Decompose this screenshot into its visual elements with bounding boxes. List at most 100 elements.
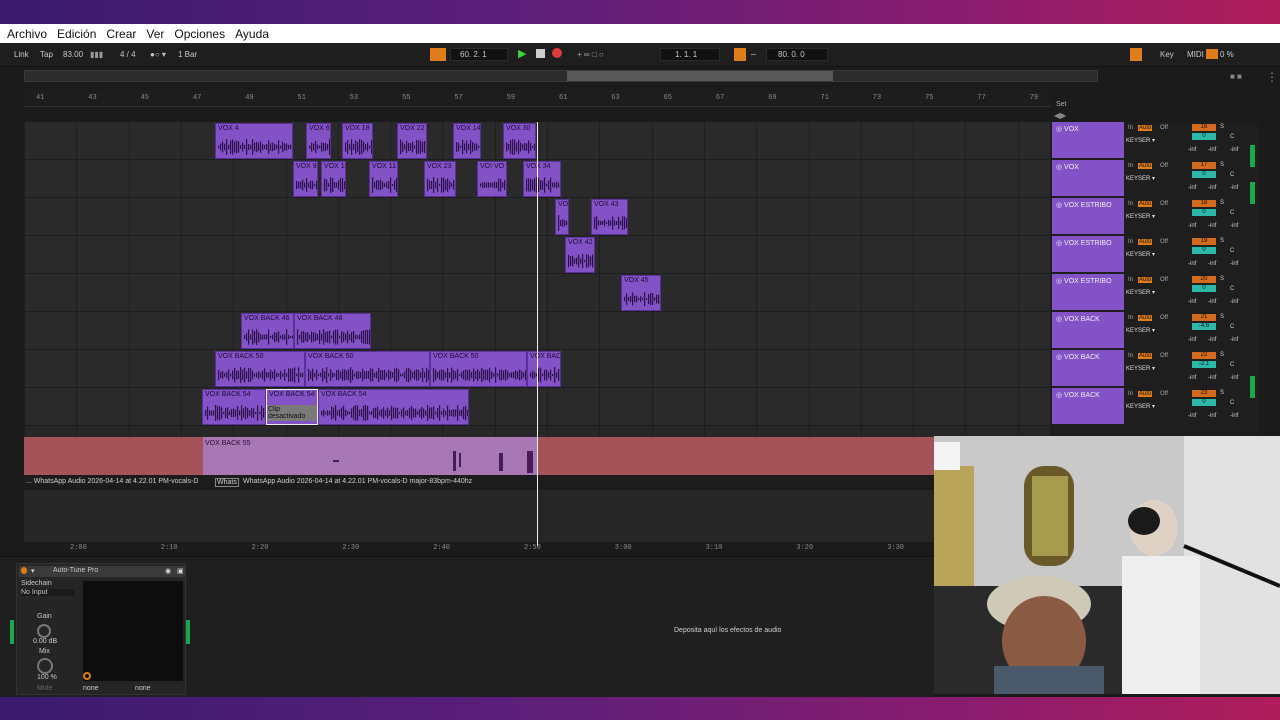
audio-clip[interactable]: VOX 4 bbox=[215, 123, 293, 159]
send-b-field[interactable]: -inf bbox=[1208, 223, 1216, 229]
track-activator[interactable]: 18 bbox=[1192, 200, 1216, 207]
overview-controls-icon[interactable]: ■ ■ bbox=[1230, 72, 1242, 81]
send-b-field[interactable]: -inf bbox=[1208, 413, 1216, 419]
key-map-button[interactable]: Key bbox=[1160, 50, 1174, 59]
device-options-icon[interactable]: ◉ bbox=[165, 567, 171, 575]
send-b-field[interactable]: -inf bbox=[1208, 261, 1216, 267]
menu-crear[interactable]: Crear bbox=[106, 27, 136, 41]
solo-button[interactable]: S bbox=[1220, 352, 1224, 358]
audio-clip[interactable]: VOX 30 bbox=[503, 123, 536, 159]
audio-clip[interactable]: VOX BACK 50 bbox=[430, 351, 527, 387]
quantize-menu[interactable]: 1 Bar bbox=[178, 50, 197, 59]
empty-track-area[interactable] bbox=[24, 490, 934, 542]
track-header[interactable]: ◎ VOX bbox=[1052, 160, 1124, 196]
solo-button[interactable]: S bbox=[1220, 162, 1224, 168]
mix-knob[interactable] bbox=[37, 658, 53, 674]
input-channel-select[interactable]: KEYSER ▾ bbox=[1126, 137, 1155, 144]
input-channel-select[interactable]: KEYSER ▾ bbox=[1126, 289, 1155, 296]
audio-clip[interactable]: VOX 18 bbox=[342, 123, 373, 159]
input-monitor-auto[interactable]: Auto bbox=[1138, 125, 1153, 131]
track-header[interactable]: ◎ VOX BACK bbox=[1052, 388, 1124, 424]
loop-start[interactable]: 1. 1. 1 bbox=[675, 50, 697, 59]
input-monitor-in[interactable]: In bbox=[1128, 201, 1133, 207]
record-icon[interactable] bbox=[552, 48, 562, 58]
midi-map-button[interactable]: MIDI bbox=[1187, 50, 1204, 59]
input-monitor-auto[interactable]: Auto bbox=[1138, 353, 1153, 359]
audio-clip[interactable]: VOX 22 bbox=[397, 123, 427, 159]
input-type-select[interactable]: none bbox=[83, 685, 99, 692]
audio-clip[interactable]: VOX 14 bbox=[453, 123, 481, 159]
audio-clip[interactable]: VOX 45 bbox=[621, 275, 661, 311]
audio-clip[interactable]: VOX 42 bbox=[565, 237, 595, 273]
input-channel-select[interactable]: KEYSER ▾ bbox=[1126, 213, 1155, 220]
tempo-field[interactable]: 83.00 bbox=[63, 50, 83, 59]
draw-pencil-icon[interactable] bbox=[1130, 48, 1142, 61]
arrangement-overview[interactable] bbox=[24, 70, 1098, 82]
pan-field[interactable]: C bbox=[1230, 400, 1234, 406]
input-monitor-in[interactable]: In bbox=[1128, 353, 1133, 359]
track-activator[interactable]: 16 bbox=[1192, 124, 1216, 131]
audio-clip[interactable]: VOX BACK 50 bbox=[215, 351, 305, 387]
audio-clip[interactable]: VOX BACK 54 bbox=[318, 389, 469, 425]
track-header[interactable]: ◎ VOX BACK bbox=[1052, 350, 1124, 386]
input-monitor-auto[interactable]: Auto bbox=[1138, 277, 1153, 283]
close-icon[interactable]: ▣ bbox=[177, 567, 184, 575]
audio-clip[interactable]: VOX 6 bbox=[306, 123, 331, 159]
input-monitor-auto[interactable]: Auto bbox=[1138, 391, 1153, 397]
menu-ver[interactable]: Ver bbox=[146, 27, 164, 41]
menu-ayuda[interactable]: Ayuda bbox=[235, 27, 269, 41]
volume-field[interactable]: 0 bbox=[1192, 209, 1216, 216]
track-header[interactable]: ◎ VOX bbox=[1052, 122, 1124, 158]
draw-mode-icon[interactable]: ∽ bbox=[750, 50, 757, 59]
nav-arrows-icon[interactable]: ◀▶ bbox=[1054, 111, 1066, 120]
send-a-field[interactable]: -inf bbox=[1188, 413, 1196, 419]
track-activator[interactable]: 21 bbox=[1192, 314, 1216, 321]
audio-file-track[interactable]: ... WhatsApp Audio 2026-04-14 at 4.22.01… bbox=[24, 476, 934, 488]
track-header[interactable]: ◎ VOX ESTRIBO bbox=[1052, 274, 1124, 310]
send-b-field[interactable]: -inf bbox=[1208, 337, 1216, 343]
send-a-field[interactable]: -inf bbox=[1188, 375, 1196, 381]
audio-clip[interactable]: VOX BACK 54 bbox=[202, 389, 266, 425]
audio-clip[interactable]: VO) bbox=[555, 199, 569, 235]
input-monitor-off[interactable]: Off bbox=[1160, 277, 1168, 283]
track-activator[interactable]: 17 bbox=[1192, 162, 1216, 169]
grid-handle-icon[interactable]: ⋮ bbox=[1266, 70, 1278, 84]
device-titlebar[interactable]: ▾ Auto-Tune Pro ◉ ▣ bbox=[19, 566, 185, 577]
send-b-field[interactable]: -inf bbox=[1208, 147, 1216, 153]
volume-field[interactable]: 0 bbox=[1192, 285, 1216, 292]
input-monitor-auto[interactable]: Auto bbox=[1138, 239, 1153, 245]
volume-field[interactable]: 0 bbox=[1192, 171, 1216, 178]
clip-vox-back-55[interactable]: VOX BACK 55 bbox=[203, 437, 537, 475]
tap-button[interactable]: Tap bbox=[40, 50, 53, 59]
audio-clip[interactable]: VO! VO bbox=[477, 161, 507, 197]
input-monitor-off[interactable]: Off bbox=[1160, 391, 1168, 397]
input-monitor-in[interactable]: In bbox=[1128, 391, 1133, 397]
input-monitor-in[interactable]: In bbox=[1128, 277, 1133, 283]
audio-clip[interactable]: VOX BACK 50 bbox=[305, 351, 430, 387]
peak-readout[interactable]: -inf bbox=[1230, 413, 1238, 419]
play-icon[interactable]: ▶ bbox=[518, 47, 526, 60]
menu-opciones[interactable]: Opciones bbox=[174, 27, 225, 41]
peak-readout[interactable]: -inf bbox=[1230, 185, 1238, 191]
volume-field[interactable]: -4.6 bbox=[1192, 323, 1216, 330]
stop-icon[interactable] bbox=[536, 49, 545, 58]
input-monitor-in[interactable]: In bbox=[1128, 125, 1133, 131]
audio-clip[interactable]: VOX 9 bbox=[293, 161, 318, 197]
record-quantize-icon[interactable]: ●○ ▾ bbox=[150, 50, 166, 59]
audio-clip[interactable]: VOX 11 bbox=[369, 161, 398, 197]
follow-button[interactable] bbox=[430, 48, 446, 61]
overview-viewport[interactable] bbox=[567, 71, 833, 81]
pan-field[interactable]: C bbox=[1230, 248, 1234, 254]
send-b-field[interactable]: -inf bbox=[1208, 375, 1216, 381]
pan-field[interactable]: C bbox=[1230, 362, 1234, 368]
volume-field[interactable]: -2.1 bbox=[1192, 361, 1216, 368]
pan-field[interactable]: C bbox=[1230, 324, 1234, 330]
peak-readout[interactable]: -inf bbox=[1230, 261, 1238, 267]
peak-readout[interactable]: -inf bbox=[1230, 375, 1238, 381]
track-activator[interactable]: 22 bbox=[1192, 352, 1216, 359]
input-monitor-off[interactable]: Off bbox=[1160, 315, 1168, 321]
send-a-field[interactable]: -inf bbox=[1188, 223, 1196, 229]
track-header[interactable]: ◎ VOX ESTRIBO bbox=[1052, 236, 1124, 272]
input-monitor-auto[interactable]: Auto bbox=[1138, 163, 1153, 169]
send-b-field[interactable]: -inf bbox=[1208, 299, 1216, 305]
